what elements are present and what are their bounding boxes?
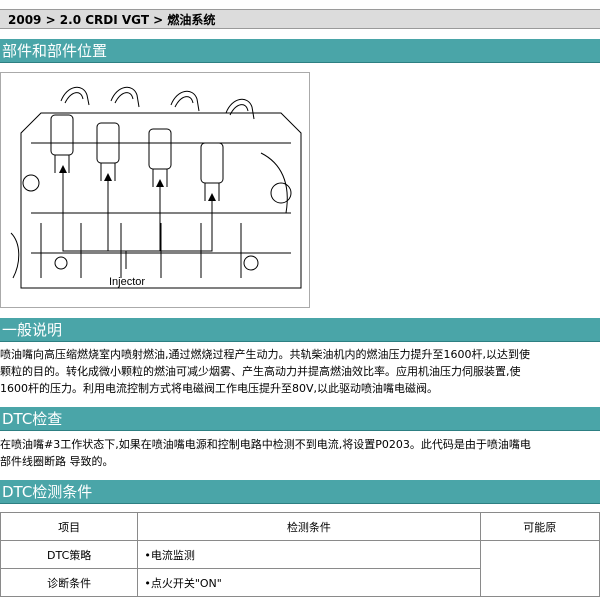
breadcrumb: 2009 > 2.0 CRDI VGT > 燃油系统 [0, 9, 600, 29]
general-line: 1600杆的压力。利用电流控制方式将电磁阀工作电压提升至80V,以此驱动喷油嘴电… [0, 382, 439, 395]
dtc-check-description: 在喷油嘴#3工作状态下,如果在喷油嘴电源和控制电路中检测不到电流,将设置P020… [0, 436, 600, 470]
injector-label: Injector [109, 276, 145, 288]
table-header-condition: 检测条件 [137, 512, 481, 541]
dtc-check-line: 部件线圈断路 导致的。 [0, 455, 114, 468]
general-line: 颗粒的目的。转化成微小颗粒的燃油可减少烟雾、产生高动力并提高燃油效比率。应用机油… [0, 365, 521, 378]
section-header-components: 部件和部件位置 [0, 39, 600, 63]
table-cell-item: DTC策略 [0, 540, 139, 569]
table-header-item: 项目 [0, 512, 139, 541]
table-cell-item: 诊断条件 [0, 568, 139, 597]
table-cell-cause [479, 540, 600, 597]
table-header-cause: 可能原 [479, 512, 600, 541]
table-row: DTC策略 •电流监测 [0, 540, 600, 597]
general-line: 喷油嘴向高压缩燃烧室内喷射燃油,通过燃烧过程产生动力。共轨柴油机内的燃油压力提升… [0, 348, 530, 361]
engine-diagram-illustration: Injector [10, 86, 302, 289]
table-cell-condition: •电流监测 [137, 540, 481, 569]
table-cell-condition: •点火开关"ON" [137, 568, 481, 597]
general-description: 喷油嘴向高压缩燃烧室内喷射燃油,通过燃烧过程产生动力。共轨柴油机内的燃油压力提升… [0, 346, 600, 397]
dtc-conditions-table: 项目 检测条件 可能原 DTC策略 •电流监测 诊断条件 •点火开关"ON" [0, 512, 600, 597]
section-header-dtc-conditions: DTC检测条件 [0, 480, 600, 504]
section-header-dtc-check: DTC检查 [0, 407, 600, 431]
section-header-general: 一般说明 [0, 318, 600, 342]
engine-injector-diagram: Injector [0, 72, 310, 308]
dtc-check-line: 在喷油嘴#3工作状态下,如果在喷油嘴电源和控制电路中检测不到电流,将设置P020… [0, 438, 531, 451]
table-header-row: 项目 检测条件 可能原 [0, 512, 600, 541]
